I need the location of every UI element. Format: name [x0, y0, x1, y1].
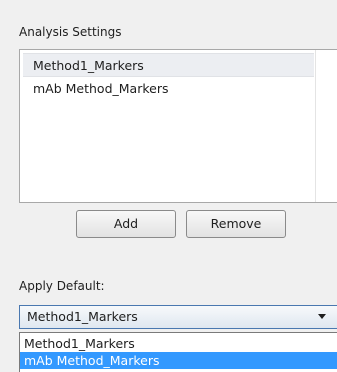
apply-default-label: Apply Default: [19, 279, 105, 293]
dropdown-selected-value: Method1_Markers [27, 309, 138, 324]
dropdown-option-mab-method-markers[interactable]: mAb Method_Markers [20, 352, 337, 369]
analysis-settings-label: Analysis Settings [19, 25, 122, 39]
dropdown-option-method1-markers[interactable]: Method1_Markers [20, 335, 337, 352]
dropdown-options-list[interactable]: Method1_Markers mAb Method_Markers [19, 332, 337, 372]
add-button[interactable]: Add [76, 210, 176, 238]
list-divider [315, 50, 316, 202]
list-item-method1-markers[interactable]: Method1_Markers [23, 53, 314, 77]
remove-button[interactable]: Remove [186, 210, 286, 238]
analysis-settings-list[interactable]: Method1_Markers mAb Method_Markers [19, 49, 337, 203]
apply-default-dropdown[interactable]: Method1_Markers [19, 305, 337, 329]
list-item-mab-method-markers[interactable]: mAb Method_Markers [23, 77, 314, 101]
chevron-down-icon[interactable] [318, 314, 326, 319]
